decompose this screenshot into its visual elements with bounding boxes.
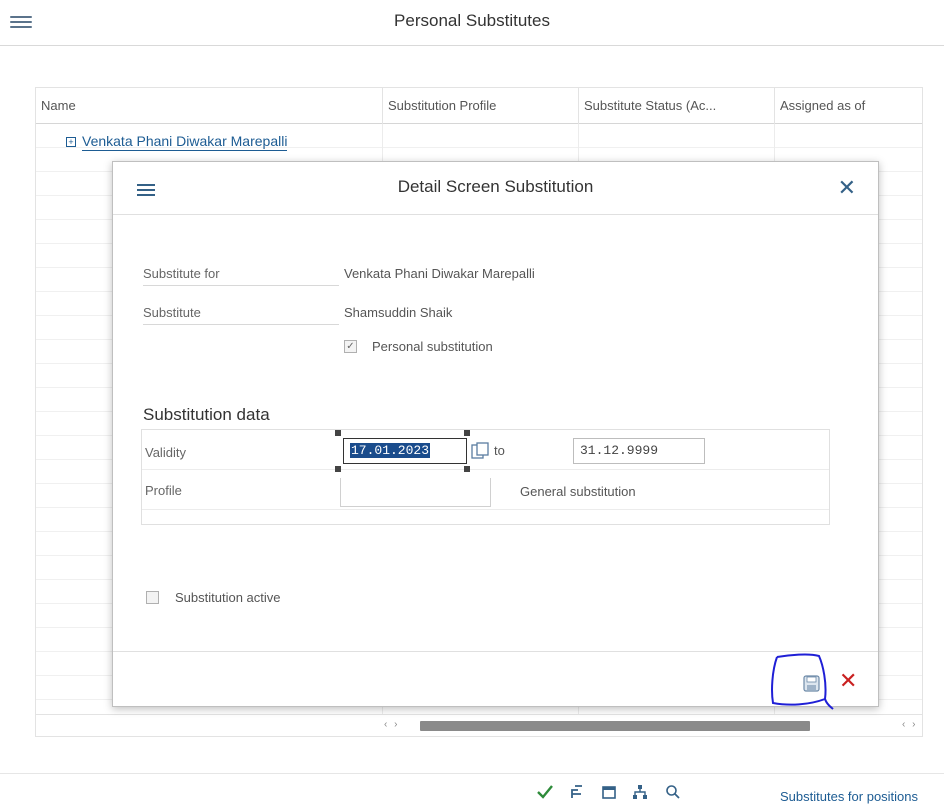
table-header: Name Substitution Profile Substitute Sta…	[36, 88, 922, 124]
substitute-value: Shamsuddin Shaik	[344, 305, 453, 320]
calendar-icon[interactable]	[601, 784, 617, 800]
row-name[interactable]: Venkata Phani Diwakar Marepalli	[82, 133, 288, 151]
search-icon[interactable]	[665, 784, 681, 800]
column-header-assigned-as-of[interactable]: Assigned as of	[774, 88, 924, 124]
org-structure-icon[interactable]	[632, 784, 648, 800]
substitution-active-checkbox[interactable]	[146, 591, 159, 604]
personal-substitution-checkbox[interactable]: ✓	[344, 340, 357, 353]
page-title: Personal Substitutes	[394, 11, 550, 30]
dialog-title: Detail Screen Substitution	[397, 177, 594, 196]
validity-label: Validity	[145, 445, 186, 460]
substitutes-for-positions-link[interactable]: Substitutes for positions	[780, 789, 918, 804]
expand-icon[interactable]: +	[66, 137, 76, 147]
scrollbar-thumb[interactable]	[420, 721, 810, 731]
hierarchy-icon[interactable]	[569, 784, 585, 800]
detail-screen-dialog: Detail Screen Substitution ✕ Substitute …	[112, 161, 879, 710]
table-row[interactable]: + Venkata Phani Diwakar Marepalli	[66, 133, 288, 151]
cancel-icon[interactable]: ✕	[839, 668, 857, 694]
scroll-arrows-icon[interactable]: ‹ ›	[384, 719, 399, 730]
top-bar: Personal Substitutes	[0, 0, 944, 46]
profile-label: Profile	[145, 483, 182, 498]
value-help-icon[interactable]	[471, 442, 489, 460]
dialog-footer-divider	[113, 651, 878, 652]
save-icon[interactable]	[803, 675, 820, 692]
section-title: Substitution data	[143, 405, 270, 424]
horizontal-scrollbar[interactable]: ‹ › ‹ ›	[36, 714, 922, 736]
substitution-active-label: Substitution active	[175, 590, 281, 605]
check-icon[interactable]	[537, 784, 553, 800]
column-header-substitute-status[interactable]: Substitute Status (Ac...	[578, 88, 774, 124]
validity-to-input[interactable]: 31.12.9999	[573, 438, 705, 464]
validity-from-input[interactable]: 17.01.2023	[343, 438, 467, 464]
close-icon[interactable]: ✕	[838, 175, 856, 201]
scroll-arrows-right-icon[interactable]: ‹ ›	[902, 719, 917, 730]
personal-substitution-label: Personal substitution	[372, 339, 493, 354]
profile-input[interactable]	[340, 478, 491, 507]
substitute-label: Substitute	[143, 305, 339, 325]
to-label: to	[494, 443, 505, 458]
validity-from-value: 17.01.2023	[350, 443, 431, 458]
bottom-toolbar: Substitutes for positions	[0, 773, 944, 809]
substitute-for-value: Venkata Phani Diwakar Marepalli	[344, 266, 535, 281]
substitute-for-label: Substitute for	[143, 266, 339, 286]
profile-description: General substitution	[520, 484, 636, 499]
dialog-header: Detail Screen Substitution ✕	[113, 162, 878, 215]
column-header-substitution-profile[interactable]: Substitution Profile	[382, 88, 578, 124]
column-header-name[interactable]: Name	[36, 88, 382, 124]
